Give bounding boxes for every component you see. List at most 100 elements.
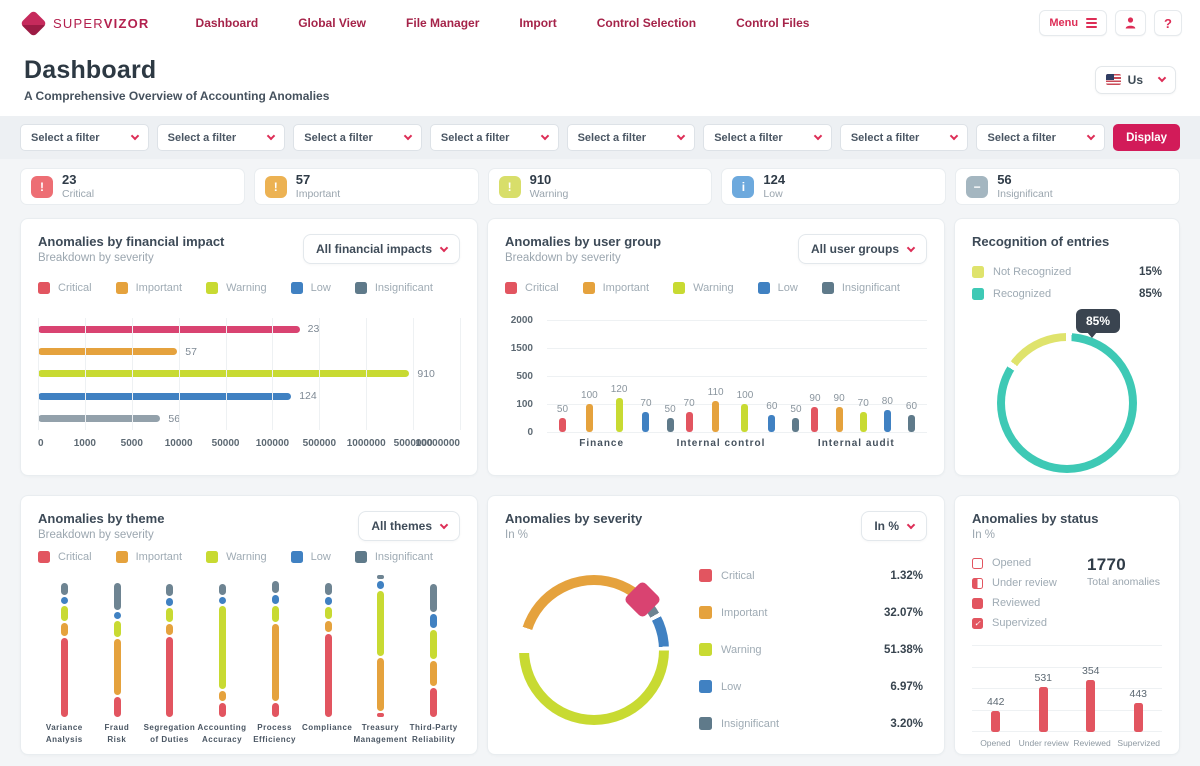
- user-button[interactable]: [1115, 10, 1146, 36]
- legend-item-critical: Critical: [38, 282, 92, 294]
- kpi-card-low: i124Low: [721, 168, 946, 205]
- filter-select-5[interactable]: Select a filter: [567, 124, 696, 151]
- category-line: of Duties: [143, 734, 196, 746]
- gridline: [319, 318, 320, 430]
- nav-item-dashboard[interactable]: Dashboard: [196, 16, 259, 30]
- filter-bar: Select a filter Select a filter Select a f…: [0, 116, 1200, 159]
- donut-ring: [997, 333, 1137, 473]
- stacked-bar-accounting-accuracy: [196, 573, 249, 717]
- chart-title: Anomalies by status: [972, 511, 1162, 526]
- kpi-row: !23Critical!57Important!910Warningi124Lo…: [0, 159, 1200, 205]
- bar: [1039, 687, 1048, 732]
- gridline: [38, 318, 39, 430]
- hamburger-icon: [1086, 22, 1097, 24]
- segment-critical: [377, 713, 384, 717]
- legend-item-important: Important: [116, 551, 182, 563]
- severity-unit-dropdown[interactable]: In %: [861, 511, 927, 541]
- filter-select-6[interactable]: Select a filter: [703, 124, 832, 151]
- total-anomalies: 1770 Total anomalies: [1087, 555, 1160, 588]
- legend-item-important: Important32.07%: [699, 594, 923, 631]
- legend-value: 85%: [1139, 288, 1162, 300]
- panel-head: Anomalies by theme Breakdown by severity…: [38, 511, 460, 541]
- filter-select-4[interactable]: Select a filter: [430, 124, 559, 151]
- legend-label: Not Recognized: [993, 266, 1071, 278]
- filter-select-8[interactable]: Select a filter: [976, 124, 1105, 151]
- gridline: [366, 318, 367, 430]
- legend-label: Important: [136, 282, 182, 294]
- status-bar-reviewed: 354: [1067, 645, 1115, 732]
- legend-label: Under review: [992, 577, 1057, 589]
- stacked-bar-third-party-reliability: [407, 573, 460, 717]
- status-bar-under-review: 531: [1020, 645, 1068, 732]
- bar-value: 110: [708, 387, 724, 398]
- kpi-value: 910: [530, 173, 569, 188]
- panel-recognition: Recognition of entries Not Recognized15%…: [954, 218, 1180, 476]
- logo-text: SUPERVIZOR: [53, 16, 150, 31]
- nav-item-import[interactable]: Import: [519, 16, 556, 30]
- category-line: Compliance: [301, 722, 354, 734]
- bar: [712, 401, 719, 432]
- legend-swatch: [699, 680, 712, 693]
- stacked-bar-process-efficiency: [249, 573, 302, 717]
- theme-dropdown[interactable]: All themes: [358, 511, 460, 541]
- bar-important: 110: [708, 387, 724, 432]
- bar-value: 50: [557, 404, 568, 415]
- total-anomalies-value: 1770: [1087, 555, 1160, 575]
- bar: [38, 393, 291, 400]
- page-subtitle: A Comprehensive Overview of Accounting A…: [24, 89, 329, 103]
- segment-warning: [377, 591, 384, 656]
- legend-label: Important: [721, 607, 767, 619]
- gridline: [272, 318, 273, 430]
- supervizor-logo[interactable]: SUPERVIZOR: [18, 14, 150, 33]
- bar: [768, 415, 775, 432]
- bar: [908, 415, 915, 432]
- legend-item-supervized: ✓Supervized: [972, 613, 1162, 633]
- help-button[interactable]: ?: [1154, 10, 1182, 36]
- kpi-value: 57: [296, 173, 340, 188]
- bar-group-internal-audit: 9090708060: [809, 393, 917, 432]
- category-line: Variance: [38, 722, 91, 734]
- legend-swatch: [699, 717, 712, 730]
- menu-button[interactable]: Menu: [1039, 10, 1107, 36]
- bar-value: 443: [1129, 688, 1147, 700]
- stacked-column: [430, 584, 437, 717]
- nav-item-global-view[interactable]: Global View: [298, 16, 366, 30]
- kpi-label: Insignificant: [997, 188, 1052, 200]
- category-line: Efficiency: [248, 734, 301, 746]
- display-button[interactable]: Display: [1113, 124, 1180, 151]
- filter-select-2[interactable]: Select a filter: [157, 124, 286, 151]
- bar-value: 90: [834, 393, 845, 404]
- legend-item-insignificant: Insignificant: [355, 282, 433, 294]
- legend-label: Low: [311, 551, 331, 563]
- bar-low: 80: [882, 396, 893, 432]
- legend-item-warning: Warning: [673, 282, 734, 294]
- filter-select-1[interactable]: Select a filter: [20, 124, 149, 151]
- kpi-label: Low: [763, 188, 785, 200]
- legend-item-low: Low: [291, 282, 331, 294]
- user-group-dropdown[interactable]: All user groups: [798, 234, 927, 264]
- chevron-down-icon: [1158, 74, 1166, 82]
- stacked-bar-compliance: [302, 573, 355, 717]
- filter-select-3[interactable]: Select a filter: [293, 124, 422, 151]
- panel-head: Anomalies by user group Breakdown by sev…: [505, 234, 927, 264]
- nav-item-file-manager[interactable]: File Manager: [406, 16, 479, 30]
- language-selector[interactable]: Us: [1095, 66, 1176, 94]
- chart-subtitle: In %: [972, 529, 1162, 541]
- status-bar-supervized: 443: [1115, 645, 1163, 732]
- severity-legend: CriticalImportantWarningLowInsignificant: [505, 282, 927, 294]
- financial-impact-dropdown[interactable]: All financial impacts: [303, 234, 460, 264]
- legend-item-recognized: Recognized85%: [972, 283, 1162, 305]
- legend-label: Critical: [58, 551, 92, 563]
- chart-title: Anomalies by severity: [505, 511, 642, 526]
- bar: [38, 326, 300, 333]
- filter-select-label: Select a filter: [441, 132, 509, 144]
- filter-select-7[interactable]: Select a filter: [840, 124, 969, 151]
- stacked-column: [219, 584, 226, 717]
- category-label: TreasuryManagement: [353, 722, 407, 746]
- nav-item-control-files[interactable]: Control Files: [736, 16, 809, 30]
- nav-item-control-selection[interactable]: Control Selection: [597, 16, 696, 30]
- x-tick: 0: [38, 438, 44, 449]
- legend-swatch: [699, 569, 712, 582]
- stacked-column: [325, 583, 332, 717]
- bar: [836, 407, 843, 432]
